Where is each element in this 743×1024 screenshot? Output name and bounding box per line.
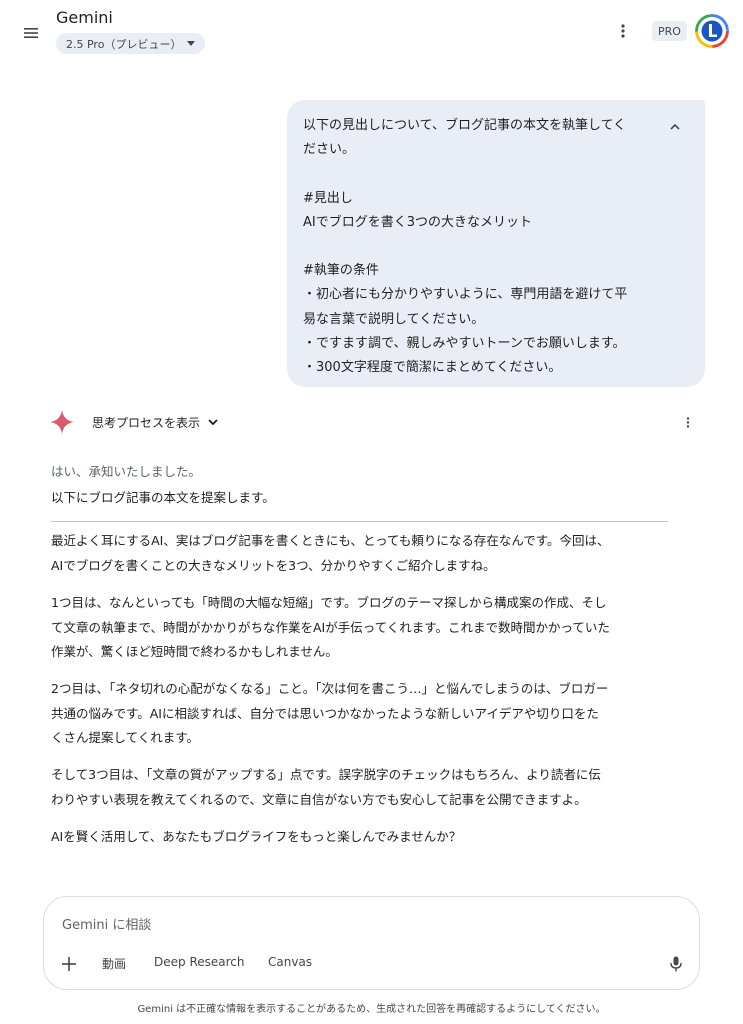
response-intro: 以下にブログ記事の本文を提案します。 bbox=[51, 490, 275, 505]
show-thinking-button[interactable]: 思考プロセスを表示 bbox=[92, 414, 218, 431]
more-options-icon[interactable] bbox=[613, 20, 633, 42]
user-message-bubble: 以下の見出しについて、ブログ記事の本文を執筆してく ださい。 #見出し AIでブ… bbox=[287, 100, 705, 387]
tool-deep-research[interactable]: Deep Research bbox=[154, 955, 244, 969]
user-message-line: ださい。 bbox=[303, 142, 356, 158]
response-paragraph: 最近よく耳にするAI、実はブログ記事を書くときにも、とっても頼りになる存在なんで… bbox=[51, 529, 681, 578]
response-paragraph: そして3つ目は、「文章の質がアップする」点です。誤字脱字のチェックはもちろん、よ… bbox=[51, 763, 681, 812]
user-message-line bbox=[303, 235, 689, 259]
paragraph-line: 共通の悩みです。AIに相談すれば、自分では思いつかなかったような新しいアイデアや… bbox=[51, 705, 599, 721]
user-message-line: 以下の見出しについて、ブログ記事の本文を執筆してく bbox=[303, 118, 627, 133]
response-more-icon[interactable] bbox=[680, 414, 696, 430]
top-bar: Gemini 2.5 Pro（プレビュー） PRO bbox=[0, 0, 743, 60]
response-paragraph: AIを賢く活用して、あなたもブログライフをもっと楽しんでみませんか？ bbox=[51, 825, 681, 850]
user-message-line: ・300文字程度で簡潔にまとめてください。 bbox=[303, 359, 562, 375]
paragraph-line: 2つ目は、「ネタ切れの心配がなくなる」こと。「次は何を書こう…」と悩んでしまうの… bbox=[51, 681, 609, 696]
gemini-spark-icon bbox=[50, 410, 74, 434]
paragraph-line: 1つ目は、なんといっても「時間の大幅な短縮」です。ブログのテーマ探しから構成案の… bbox=[51, 595, 607, 610]
tool-video[interactable]: 動画 bbox=[102, 955, 126, 972]
response-paragraph: 1つ目は、なんといっても「時間の大幅な短縮」です。ブログのテーマ探しから構成案の… bbox=[51, 591, 681, 665]
user-message-line bbox=[303, 162, 689, 186]
tool-canvas[interactable]: Canvas bbox=[268, 955, 312, 969]
paragraph-line: わりやすい表現を教えてくれるので、文章に自信がない方でも安心して記事を公開できま… bbox=[51, 791, 587, 807]
chevron-down-icon bbox=[208, 419, 218, 425]
menu-icon[interactable] bbox=[20, 22, 42, 44]
paragraph-line: AIでブログを書くことの大きなメリットを3つ、分かりやすくご紹介しますね。 bbox=[51, 557, 496, 573]
prompt-input-box[interactable]: Gemini に相談 動画 Deep Research Canvas bbox=[43, 896, 700, 990]
microphone-icon[interactable] bbox=[666, 953, 686, 975]
paragraph-line: て文章の執筆まで、時間がかかりがちな作業をAIが手伝ってくれます。これまで数時間… bbox=[51, 619, 610, 635]
app-title: Gemini bbox=[56, 8, 113, 27]
paragraph-line: AIを賢く活用して、あなたもブログライフをもっと楽しんでみませんか？ bbox=[51, 829, 462, 844]
thinking-row: 思考プロセスを表示 bbox=[48, 408, 218, 436]
response-intro: はい、承知いたしました。 bbox=[51, 464, 202, 479]
chevron-up-icon[interactable] bbox=[667, 120, 683, 134]
pro-badge: PRO bbox=[652, 21, 687, 41]
dropdown-arrow-icon bbox=[187, 41, 196, 46]
divider bbox=[51, 521, 668, 522]
paragraph-line: くさん提案してくれます。 bbox=[51, 730, 200, 745]
disclaimer-text: Gemini は不正確な情報を表示することがあるため、生成された回答を再確認する… bbox=[137, 1004, 606, 1015]
user-avatar[interactable] bbox=[695, 14, 729, 48]
response-paragraph: 2つ目は、「ネタ切れの心配がなくなる」こと。「次は何を書こう…」と悩んでしまうの… bbox=[51, 677, 681, 751]
user-message-line: #執筆の条件 bbox=[303, 263, 379, 279]
user-message-line: ・ですます調で、親しみやすいトーンでお願いします。 bbox=[303, 335, 626, 351]
user-message-line: ・初心者にも分かりやすいように、専門用語を避けて平 bbox=[303, 287, 628, 303]
add-icon[interactable] bbox=[58, 953, 80, 975]
user-message-line: #見出し bbox=[303, 190, 353, 206]
paragraph-line: そして3つ目は、「文章の質がアップする」点です。誤字脱字のチェックはもちろん、よ… bbox=[51, 767, 601, 782]
paragraph-line: 作業が、驚くほど短時間で終わるかもしれません。 bbox=[51, 644, 338, 659]
model-label: 2.5 Pro（プレビュー） bbox=[66, 37, 182, 51]
model-selector[interactable]: 2.5 Pro（プレビュー） bbox=[56, 33, 206, 54]
prompt-input[interactable]: Gemini に相談 bbox=[62, 914, 151, 933]
paragraph-line: 最近よく耳にするAI、実はブログ記事を書くときにも、とっても頼りになる存在なんで… bbox=[51, 533, 610, 548]
user-message-line: AIでブログを書く3つの大きなメリット bbox=[303, 214, 532, 230]
user-message-line: 易な言葉で説明してください。 bbox=[303, 311, 485, 327]
thinking-label: 思考プロセスを表示 bbox=[92, 415, 201, 430]
